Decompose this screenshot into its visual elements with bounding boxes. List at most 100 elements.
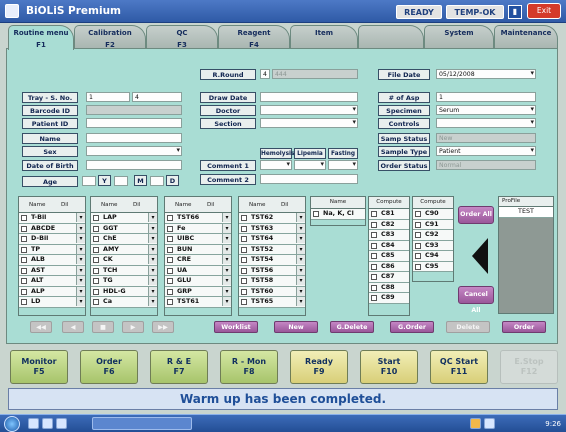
dilution-select[interactable]: ▾ bbox=[296, 255, 305, 264]
compute-checkbox[interactable] bbox=[371, 284, 377, 291]
dilution-select[interactable]: ▾ bbox=[76, 286, 85, 296]
test-checkbox[interactable] bbox=[21, 257, 27, 263]
test-item[interactable]: ALT ▾ bbox=[19, 276, 85, 287]
lipemia-select[interactable] bbox=[294, 160, 326, 170]
test-checkbox[interactable] bbox=[93, 215, 99, 221]
test-item[interactable]: GGT ▾ bbox=[91, 223, 157, 234]
taskbar-app-icon[interactable] bbox=[42, 418, 53, 429]
compute-item[interactable]: C95 bbox=[413, 261, 453, 272]
dilution-select[interactable]: ▾ bbox=[296, 223, 305, 233]
test-checkbox[interactable] bbox=[241, 225, 247, 232]
test-item[interactable]: TP ▾ bbox=[19, 244, 85, 255]
compute-item[interactable]: C82 bbox=[369, 219, 409, 230]
test-checkbox[interactable] bbox=[93, 225, 99, 232]
test-item[interactable]: TST56 ▾ bbox=[239, 265, 305, 276]
test-checkbox[interactable] bbox=[241, 257, 247, 263]
compute-item[interactable]: C89 bbox=[369, 293, 409, 304]
test-checkbox[interactable] bbox=[93, 278, 99, 284]
specimen-select[interactable]: Serum bbox=[436, 105, 536, 115]
dilution-select[interactable]: ▾ bbox=[222, 234, 231, 243]
dilution-select[interactable]: ▾ bbox=[148, 297, 157, 306]
dilution-select[interactable]: ▾ bbox=[296, 213, 305, 222]
hemolysis-select[interactable] bbox=[260, 160, 292, 170]
test-item[interactable]: ABCDE ▾ bbox=[19, 223, 85, 234]
dilution-select[interactable]: ▾ bbox=[76, 255, 85, 264]
fasting-select[interactable] bbox=[328, 160, 358, 170]
compute-checkbox[interactable] bbox=[371, 221, 377, 228]
test-checkbox[interactable] bbox=[167, 299, 173, 305]
test-item[interactable]: AST ▾ bbox=[19, 265, 85, 276]
exit-button[interactable]: Exit bbox=[527, 3, 561, 19]
test-checkbox[interactable] bbox=[93, 267, 99, 274]
dilution-select[interactable]: ▾ bbox=[148, 265, 157, 275]
dilution-select[interactable]: ▾ bbox=[222, 286, 231, 296]
order-all-button[interactable]: Order All bbox=[458, 206, 494, 224]
compute-item[interactable]: C88 bbox=[369, 282, 409, 293]
test-checkbox[interactable] bbox=[21, 215, 27, 221]
compute-checkbox[interactable] bbox=[415, 221, 421, 228]
dilution-select[interactable]: ▾ bbox=[148, 255, 157, 264]
tab-reagent[interactable]: Reagent F4 bbox=[218, 25, 290, 49]
tab-routine-menu[interactable]: Routine menu F1 bbox=[8, 25, 74, 50]
test-checkbox[interactable] bbox=[167, 288, 173, 295]
compute-checkbox[interactable] bbox=[371, 211, 377, 217]
test-item[interactable]: TST65 ▾ bbox=[239, 297, 305, 308]
compute-item[interactable]: C84 bbox=[369, 240, 409, 251]
test-item[interactable]: TST63 ▾ bbox=[239, 223, 305, 234]
group-delete-button[interactable]: G.Delete bbox=[330, 321, 374, 333]
sample-type-select[interactable]: Patient bbox=[436, 146, 536, 156]
test-checkbox[interactable] bbox=[167, 225, 173, 232]
compute-checkbox[interactable] bbox=[415, 242, 421, 249]
dilution-select[interactable]: ▾ bbox=[76, 297, 85, 306]
test-item[interactable]: ALP ▾ bbox=[19, 286, 85, 297]
dilution-select[interactable]: ▾ bbox=[148, 213, 157, 222]
electrolyte-checkbox[interactable] bbox=[313, 211, 319, 217]
age-years-field[interactable] bbox=[82, 176, 96, 186]
dilution-select[interactable]: ▾ bbox=[296, 276, 305, 285]
compute-item[interactable]: C94 bbox=[413, 251, 453, 262]
dilution-select[interactable]: ▾ bbox=[296, 244, 305, 254]
test-item[interactable]: TST54 ▾ bbox=[239, 255, 305, 266]
dilution-select[interactable]: ▾ bbox=[76, 276, 85, 285]
dilution-select[interactable]: ▾ bbox=[148, 244, 157, 254]
function-key-f8[interactable]: R - Mon F8 bbox=[220, 350, 278, 384]
test-checkbox[interactable] bbox=[241, 246, 247, 253]
test-checkbox[interactable] bbox=[21, 288, 27, 295]
order-button[interactable]: Order bbox=[502, 321, 546, 333]
compute-checkbox[interactable] bbox=[371, 263, 377, 270]
test-item[interactable]: Ca ▾ bbox=[91, 297, 157, 308]
worklist-button[interactable]: Worklist bbox=[214, 321, 258, 333]
test-checkbox[interactable] bbox=[167, 257, 173, 263]
test-item[interactable]: TST58 ▾ bbox=[239, 276, 305, 287]
tray-icon[interactable] bbox=[470, 418, 481, 429]
dilution-select[interactable]: ▾ bbox=[76, 244, 85, 254]
test-item[interactable]: T-Bil ▾ bbox=[19, 213, 85, 224]
dilution-select[interactable]: ▾ bbox=[222, 244, 231, 254]
start-button-icon[interactable] bbox=[4, 416, 20, 432]
compute-checkbox[interactable] bbox=[371, 253, 377, 259]
prev-page-button[interactable]: ◀ bbox=[62, 321, 84, 333]
compute-item[interactable]: C83 bbox=[369, 230, 409, 241]
electrolyte-item[interactable]: Na, K, Cl bbox=[311, 209, 365, 220]
file-date-select[interactable]: 05/12/2008 bbox=[436, 69, 536, 79]
comment2-field[interactable] bbox=[260, 174, 358, 184]
profile-item-test[interactable]: TEST bbox=[499, 207, 553, 218]
test-item[interactable]: TG ▾ bbox=[91, 276, 157, 287]
tab-item[interactable]: Item bbox=[290, 25, 358, 48]
compute-item[interactable]: C86 bbox=[369, 261, 409, 272]
dilution-select[interactable]: ▾ bbox=[296, 286, 305, 296]
test-item[interactable]: D-Bil ▾ bbox=[19, 234, 85, 245]
function-key-f7[interactable]: R & E F7 bbox=[150, 350, 208, 384]
dilution-select[interactable]: ▾ bbox=[296, 265, 305, 275]
dilution-select[interactable]: ▾ bbox=[76, 265, 85, 275]
compute-item[interactable]: C87 bbox=[369, 272, 409, 283]
compute-item[interactable]: C81 bbox=[369, 209, 409, 220]
taskbar-window-button[interactable] bbox=[92, 417, 192, 430]
dilution-select[interactable]: ▾ bbox=[222, 265, 231, 275]
first-page-button[interactable]: ◀◀ bbox=[30, 321, 52, 333]
age-months-field[interactable] bbox=[114, 176, 128, 186]
compute-checkbox[interactable] bbox=[371, 242, 377, 249]
dilution-select[interactable]: ▾ bbox=[148, 276, 157, 285]
dilution-select[interactable]: ▾ bbox=[222, 213, 231, 222]
compute-checkbox[interactable] bbox=[415, 253, 421, 259]
